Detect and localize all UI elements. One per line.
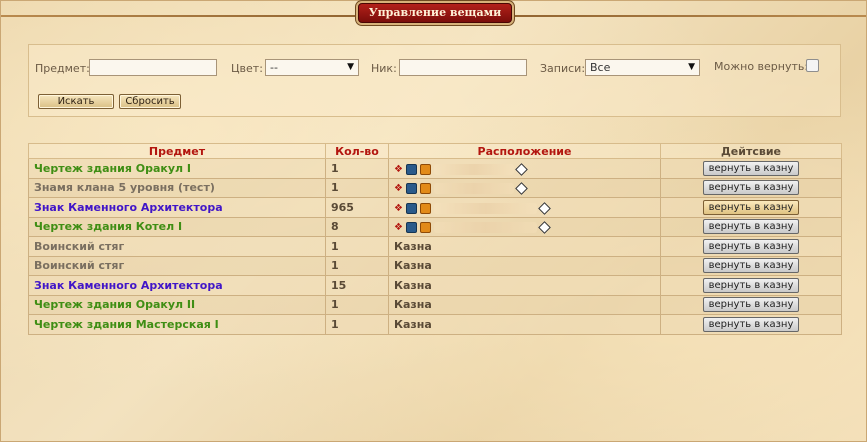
item-action: вернуть в казну	[660, 158, 842, 179]
item-qty: 15	[325, 275, 389, 296]
records-select-value: Все	[590, 61, 611, 74]
crown-icon	[419, 183, 431, 195]
item-location: Казна	[388, 255, 661, 276]
nick-filter-input[interactable]	[399, 59, 527, 76]
table-row: Знамя клана 5 уровня (тест) 1 ❖ вернуть …	[28, 177, 842, 198]
item-name[interactable]: Чертеж здания Мастерская I	[28, 314, 326, 335]
info-icon[interactable]	[515, 162, 528, 176]
fist-icon	[405, 183, 417, 195]
item-name[interactable]: Воинский стяг	[28, 255, 326, 276]
column-header-qty: Кол-во	[325, 143, 389, 159]
table-row: Чертеж здания Оракул II 1 Казна вернуть …	[28, 294, 842, 315]
item-action: вернуть в казну	[660, 294, 842, 315]
nick-filter-label: Ник:	[371, 62, 397, 75]
color-select-value: --	[270, 61, 278, 74]
arrow-icon: ❖	[394, 222, 403, 234]
item-action: вернуть в казну	[660, 197, 842, 218]
returnable-checkbox[interactable]	[806, 59, 819, 72]
return-to-treasury-button[interactable]: вернуть в казну	[703, 277, 799, 293]
arrow-icon: ❖	[394, 183, 403, 195]
item-action: вернуть в казну	[660, 177, 842, 198]
chevron-down-icon: ▼	[688, 62, 695, 72]
table-row: Чертеж здания Мастерская I 1 Казна верну…	[28, 314, 842, 335]
player-name-redacted	[433, 183, 514, 195]
records-select[interactable]: Все ▼	[585, 59, 700, 76]
item-location: Казна	[388, 314, 661, 335]
item-filter-input[interactable]	[89, 59, 217, 76]
item-qty: 1	[325, 294, 389, 315]
fist-icon	[405, 202, 417, 214]
fist-icon	[405, 163, 417, 175]
color-filter-label: Цвет:	[231, 62, 263, 75]
column-header-location: Расположение	[388, 143, 661, 159]
column-header-action: Дейтсвие	[660, 143, 842, 159]
returnable-label: Можно вернуть:	[714, 60, 809, 73]
player-name-redacted	[433, 222, 537, 234]
return-to-treasury-button[interactable]: вернуть в казну	[703, 219, 799, 235]
window-frame: Управление вещами Предмет: Цвет: -- ▼ Ни…	[0, 0, 867, 442]
item-filter-label: Предмет:	[35, 62, 90, 75]
info-icon[interactable]	[538, 201, 551, 215]
crown-icon	[419, 222, 431, 234]
item-qty: 1	[325, 236, 389, 257]
arrow-icon: ❖	[394, 202, 403, 214]
item-qty: 965	[325, 197, 389, 218]
info-icon[interactable]	[515, 182, 528, 196]
crown-icon	[419, 202, 431, 214]
player-name-redacted	[433, 163, 514, 175]
item-name[interactable]: Чертеж здания Котел I	[28, 216, 326, 237]
table-row: Чертеж здания Оракул I 1 ❖ вернуть в каз…	[28, 158, 842, 179]
item-name[interactable]: Чертеж здания Оракул I	[28, 158, 326, 179]
item-location: ❖	[388, 197, 661, 218]
crown-icon	[419, 163, 431, 175]
item-qty: 1	[325, 177, 389, 198]
table-row: Знак Каменного Архитектора 965 ❖ вернуть…	[28, 197, 842, 218]
item-qty: 1	[325, 314, 389, 335]
item-action: вернуть в казну	[660, 314, 842, 335]
item-name[interactable]: Знак Каменного Архитектора	[28, 275, 326, 296]
item-action: вернуть в казну	[660, 216, 842, 237]
item-name[interactable]: Воинский стяг	[28, 236, 326, 257]
item-location: Казна	[388, 294, 661, 315]
return-to-treasury-button[interactable]: вернуть в казну	[703, 258, 799, 274]
arrow-icon: ❖	[394, 163, 403, 175]
column-header-item: Предмет	[28, 143, 326, 159]
window-title: Управление вещами	[358, 3, 512, 23]
color-select[interactable]: -- ▼	[265, 59, 359, 76]
table-row: Знак Каменного Архитектора 15 Казна верн…	[28, 275, 842, 296]
item-name[interactable]: Знамя клана 5 уровня (тест)	[28, 177, 326, 198]
reset-button[interactable]: Сбросить	[119, 94, 181, 109]
return-to-treasury-button[interactable]: вернуть в казну	[703, 297, 799, 313]
item-location: Казна	[388, 275, 661, 296]
search-button[interactable]: Искать	[38, 94, 114, 109]
item-qty: 1	[325, 255, 389, 276]
fist-icon	[405, 222, 417, 234]
filter-panel: Предмет: Цвет: -- ▼ Ник: Записи: Все ▼ М…	[28, 44, 841, 117]
chevron-down-icon: ▼	[347, 62, 354, 72]
item-name[interactable]: Знак Каменного Архитектора	[28, 197, 326, 218]
item-location: Казна	[388, 236, 661, 257]
return-to-treasury-button[interactable]: вернуть в казну	[703, 180, 799, 196]
return-to-treasury-button[interactable]: вернуть в казну	[703, 316, 799, 332]
item-location: ❖	[388, 177, 661, 198]
table-row: Чертеж здания Котел I 8 ❖ вернуть в казн…	[28, 216, 842, 237]
items-table: Предмет Кол-во Расположение Дейтсвие Чер…	[28, 143, 842, 335]
item-qty: 8	[325, 216, 389, 237]
item-action: вернуть в казну	[660, 275, 842, 296]
item-action: вернуть в казну	[660, 236, 842, 257]
info-icon[interactable]	[538, 221, 551, 235]
player-name-redacted	[433, 202, 537, 214]
item-name[interactable]: Чертеж здания Оракул II	[28, 294, 326, 315]
item-action: вернуть в казну	[660, 255, 842, 276]
item-location: ❖	[388, 158, 661, 179]
return-to-treasury-button[interactable]: вернуть в казну	[703, 199, 799, 215]
item-location: ❖	[388, 216, 661, 237]
records-filter-label: Записи:	[540, 62, 586, 75]
return-to-treasury-button[interactable]: вернуть в казну	[703, 238, 799, 254]
return-to-treasury-button[interactable]: вернуть в казну	[703, 160, 799, 176]
table-row: Воинский стяг 1 Казна вернуть в казну	[28, 255, 842, 276]
item-qty: 1	[325, 158, 389, 179]
table-row: Воинский стяг 1 Казна вернуть в казну	[28, 236, 842, 257]
